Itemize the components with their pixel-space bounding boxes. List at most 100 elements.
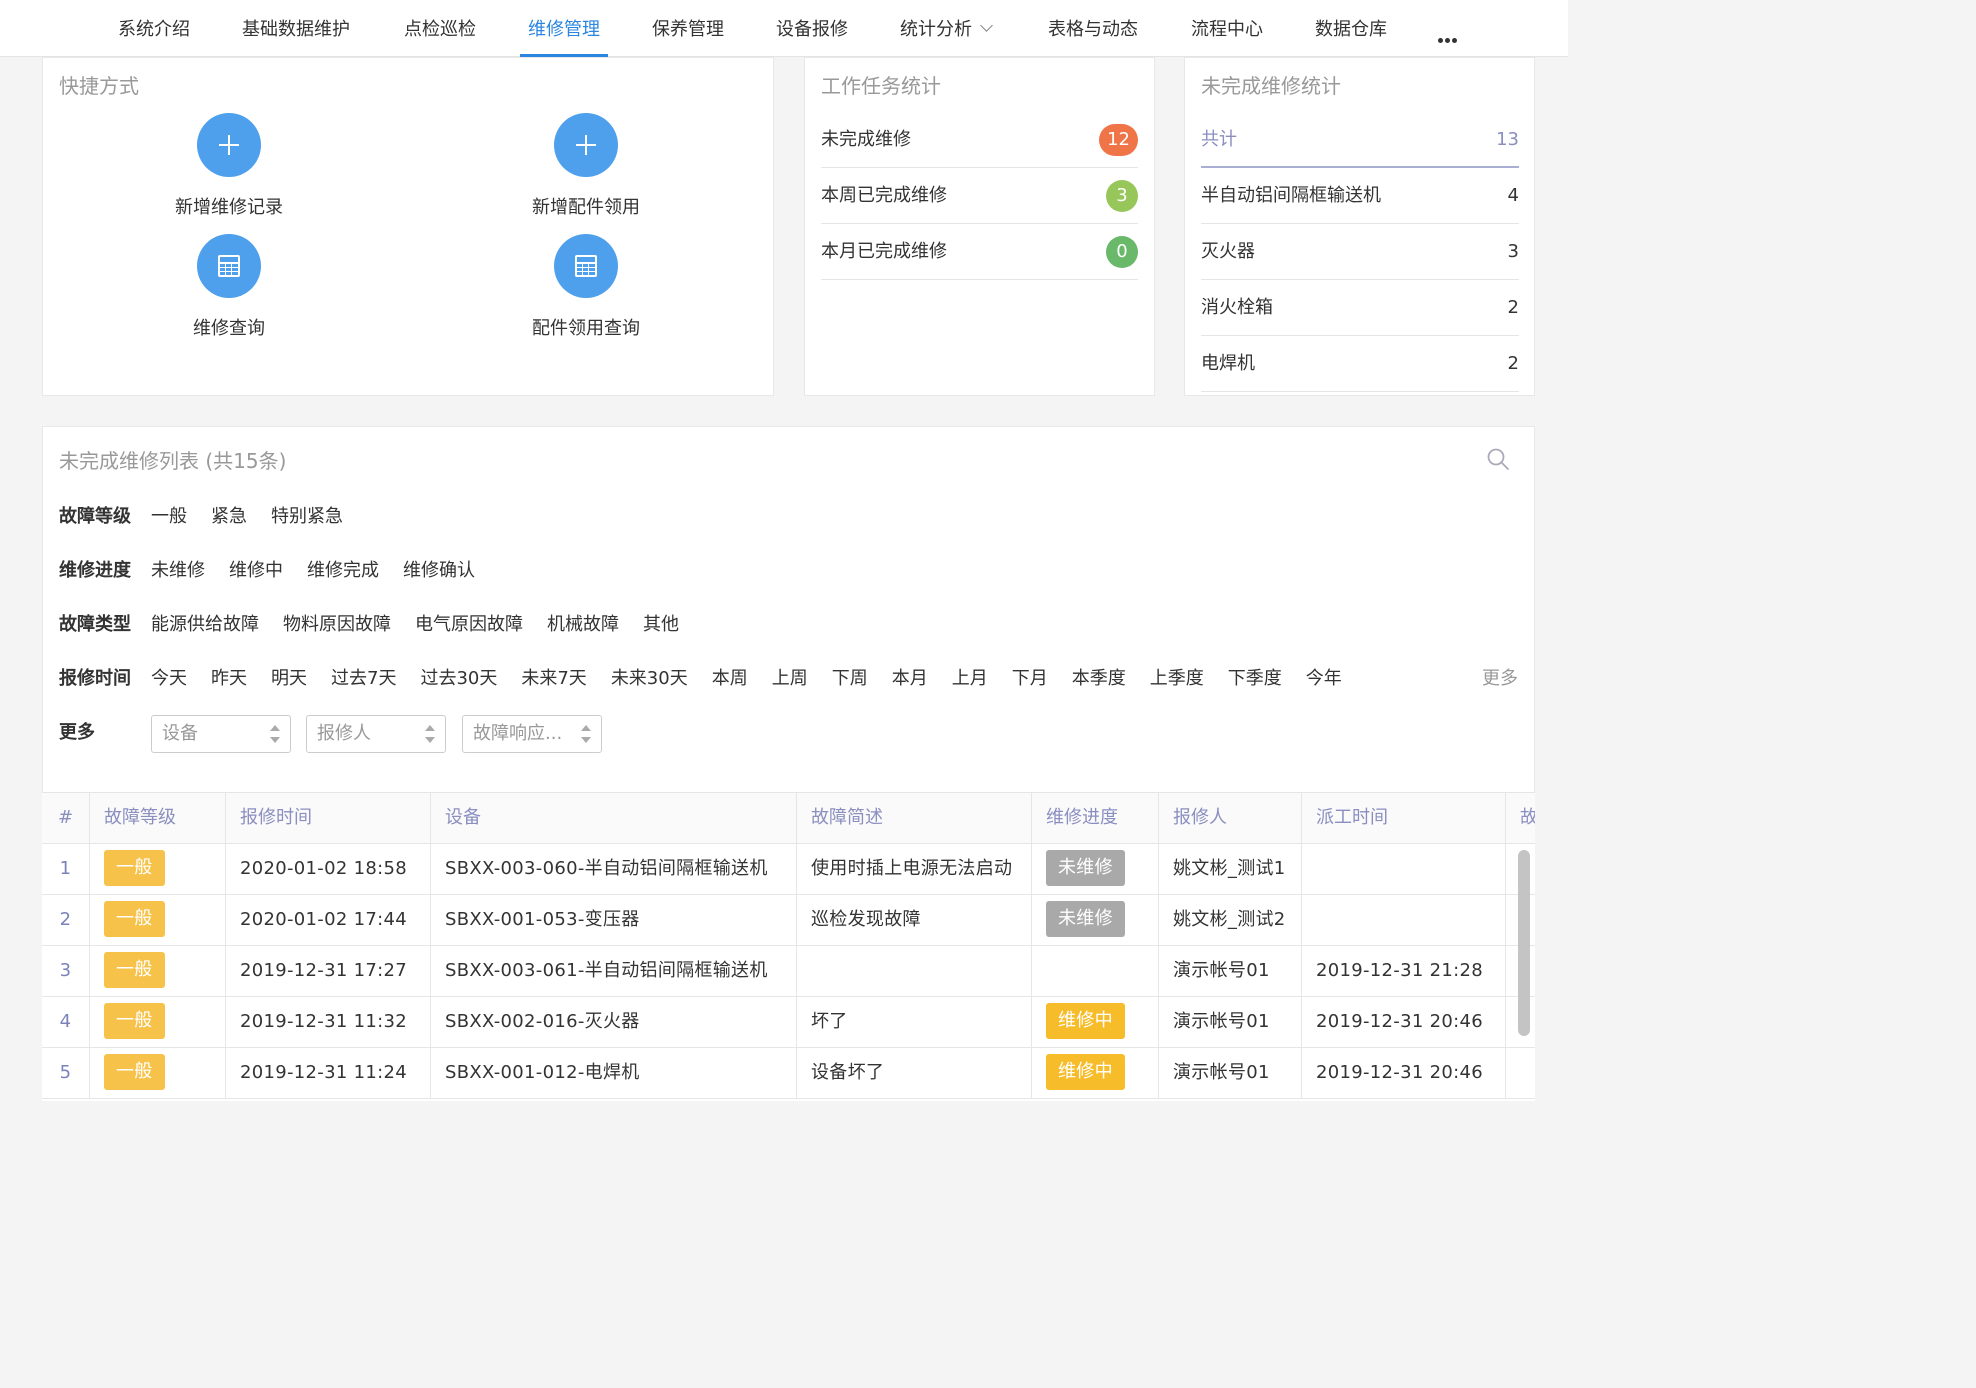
repair-query-button[interactable]: 维修查询: [129, 234, 329, 340]
nav-item-repair-report[interactable]: 设备报修: [776, 0, 848, 57]
nav-item-system-intro[interactable]: 系统介绍: [118, 0, 190, 57]
filter-option[interactable]: 能源供给故障: [151, 613, 259, 637]
filter-option[interactable]: 维修中: [229, 559, 283, 583]
filter-more: 更多: [59, 721, 151, 745]
filter-label: 报修时间: [59, 668, 131, 689]
table-row[interactable]: 4 一般 2019-12-31 11:32 SBXX-002-016-灭火器 坏…: [42, 997, 1535, 1048]
column-header[interactable]: 报修人: [1159, 793, 1302, 843]
level-cell: 一般: [90, 895, 226, 945]
stat-row-device[interactable]: 灭火器 3: [1201, 224, 1519, 280]
filter-option[interactable]: 维修确认: [403, 559, 475, 583]
filter-option[interactable]: 明天: [271, 667, 307, 691]
filter-option[interactable]: 本季度: [1072, 667, 1126, 691]
table-row[interactable]: 5 一般 2019-12-31 11:24 SBXX-001-012-电焊机 设…: [42, 1048, 1535, 1099]
filter-option[interactable]: 下周: [832, 667, 868, 691]
stat-row-incomplete[interactable]: 未完成维修 12: [821, 112, 1138, 168]
stat-row-week-completed[interactable]: 本周已完成维修 3: [821, 168, 1138, 224]
filter-option[interactable]: 本月: [892, 667, 928, 691]
column-header[interactable]: 故: [1506, 793, 1535, 843]
nav-item-tables[interactable]: 表格与动态: [1048, 0, 1138, 57]
filter-option[interactable]: 一般: [151, 505, 187, 529]
progress-cell: [1032, 946, 1159, 996]
stat-row-device[interactable]: 消火栓箱 2: [1201, 280, 1519, 336]
filter-option[interactable]: 上月: [952, 667, 988, 691]
nav-item-inspection[interactable]: 点检巡检: [404, 0, 476, 57]
filter-option[interactable]: 上季度: [1150, 667, 1204, 691]
repair-table: # 故障等级 报修时间 设备 故障简述 维修进度 报修人 派工时间 故 1 一般…: [42, 792, 1535, 1101]
parts-requisition-query-button[interactable]: 配件领用查询: [486, 234, 686, 340]
table-row[interactable]: 1 一般 2020-01-02 18:58 SBXX-003-060-半自动铝间…: [42, 844, 1535, 895]
column-header[interactable]: 维修进度: [1032, 793, 1159, 843]
column-header[interactable]: 设备: [431, 793, 797, 843]
dispatch-time-cell: 2019-12-31 20:46: [1302, 1048, 1506, 1098]
filter-option[interactable]: 未来7天: [521, 667, 586, 691]
report-time-cell: 2019-12-31 17:27: [226, 946, 431, 996]
filter-option[interactable]: 紧急: [211, 505, 247, 529]
incomplete-stats-panel: 未完成维修统计 共计 13 半自动铝间隔框输送机 4 灭火器 3 消火栓箱 2 …: [1184, 57, 1535, 396]
fault-response-select[interactable]: 故障响应...: [462, 715, 602, 753]
table-icon: [218, 255, 240, 277]
shortcuts-panel: 快捷方式 新增维修记录 新增配件领用 维修查询 配件领用查询: [42, 57, 774, 396]
row-index: 3: [42, 946, 90, 996]
nav-item-basic-data[interactable]: 基础数据维护: [242, 0, 350, 57]
filter-option[interactable]: 上周: [772, 667, 808, 691]
table-row[interactable]: 2 一般 2020-01-02 17:44 SBXX-001-053-变压器 巡…: [42, 895, 1535, 946]
filter-option[interactable]: 机械故障: [547, 613, 619, 637]
report-time-cell: 2020-01-02 17:44: [226, 895, 431, 945]
filter-option[interactable]: 今天: [151, 667, 187, 691]
column-header[interactable]: 故障等级: [90, 793, 226, 843]
reporter-select[interactable]: 报修人: [306, 715, 446, 753]
add-parts-requisition-button[interactable]: 新增配件领用: [486, 113, 686, 219]
row-index: 4: [42, 997, 90, 1047]
table-scrollbar[interactable]: [1518, 850, 1530, 1036]
column-header[interactable]: 故障简述: [797, 793, 1032, 843]
filter-option[interactable]: 电气原因故障: [415, 613, 523, 637]
stat-row-month-completed[interactable]: 本月已完成维修 0: [821, 224, 1138, 280]
filter-option[interactable]: 未来30天: [611, 667, 688, 691]
nav-item-maintenance-mgmt[interactable]: 维修管理: [520, 0, 608, 57]
description-cell: 巡检发现故障: [797, 895, 1032, 945]
filter-option[interactable]: 下季度: [1228, 667, 1282, 691]
search-icon[interactable]: [1486, 447, 1510, 471]
row-index: 2: [42, 895, 90, 945]
nav-item-workflow[interactable]: 流程中心: [1191, 0, 1263, 57]
stat-label: 电焊机: [1201, 353, 1255, 374]
total-label: 共计: [1201, 129, 1237, 150]
filter-option[interactable]: 下月: [1012, 667, 1048, 691]
stat-value: 2: [1507, 353, 1519, 374]
filter-option[interactable]: 其他: [643, 613, 679, 637]
filter-option[interactable]: 过去30天: [420, 667, 497, 691]
device-cell: SBXX-001-012-电焊机: [431, 1048, 797, 1098]
column-header[interactable]: 报修时间: [226, 793, 431, 843]
progress-cell: 维修中: [1032, 997, 1159, 1047]
sort-arrows-icon: [270, 725, 280, 743]
list-title: 未完成维修列表 (共15条): [59, 449, 287, 473]
filter-option[interactable]: 本周: [712, 667, 748, 691]
more-menu-icon[interactable]: [1438, 28, 1459, 47]
stat-row-device[interactable]: 电焊机 2: [1201, 336, 1519, 392]
count-badge: 12: [1099, 124, 1138, 156]
device-select[interactable]: 设备: [151, 715, 291, 753]
table-row[interactable]: 3 一般 2019-12-31 17:27 SBXX-003-061-半自动铝间…: [42, 946, 1535, 997]
filter-option[interactable]: 维修完成: [307, 559, 379, 583]
stat-row-device[interactable]: 半自动铝间隔框输送机 4: [1201, 168, 1519, 224]
more-time-options-link[interactable]: 更多: [1482, 667, 1518, 691]
filter-option[interactable]: 特别紧急: [271, 505, 343, 529]
add-repair-record-button[interactable]: 新增维修记录: [129, 113, 329, 219]
filter-option[interactable]: 物料原因故障: [283, 613, 391, 637]
level-cell: 一般: [90, 1048, 226, 1098]
filter-option[interactable]: 过去7天: [331, 667, 396, 691]
column-header[interactable]: 派工时间: [1302, 793, 1506, 843]
nav-item-statistics[interactable]: 统计分析: [900, 0, 993, 57]
description-cell: 使用时插上电源无法启动: [797, 844, 1032, 894]
nav-item-data-warehouse[interactable]: 数据仓库: [1315, 0, 1387, 57]
filter-option[interactable]: 今年: [1306, 667, 1342, 691]
nav-item-upkeep-mgmt[interactable]: 保养管理: [652, 0, 724, 57]
filter-option[interactable]: 未维修: [151, 559, 205, 583]
device-cell: SBXX-002-016-灭火器: [431, 997, 797, 1047]
count-badge: 3: [1106, 180, 1138, 212]
filter-report-time: 报修时间 今天 昨天 明天 过去7天 过去30天 未来7天 未来30天 本周 上周 下周 本月 上月 下月…: [59, 667, 1366, 691]
filter-option[interactable]: 昨天: [211, 667, 247, 691]
nav-item-statistics-label: 统计分析: [900, 19, 972, 40]
row-index: 5: [42, 1048, 90, 1098]
